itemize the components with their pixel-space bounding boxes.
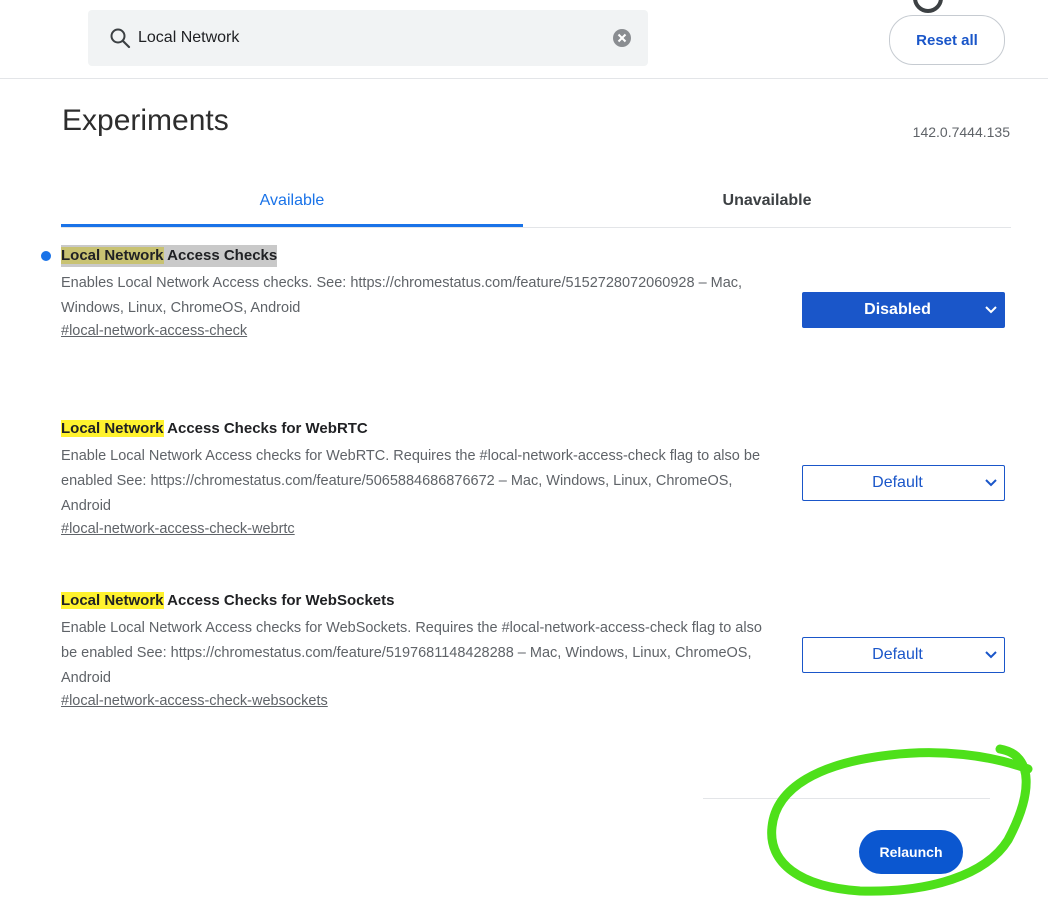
experiment-state-select[interactable]: Default (802, 465, 1005, 501)
tab-unavailable[interactable]: Unavailable (523, 176, 1011, 226)
experiment-name: Local Network Access Checks for WebRTC (61, 418, 368, 440)
search-input[interactable] (138, 23, 598, 53)
experiment-permalink[interactable]: #local-network-access-check-websockets (61, 693, 328, 709)
experiment-name: Local Network Access Checks (61, 245, 278, 267)
experiment-description: Enables Local Network Access checks. See… (61, 275, 743, 316)
experiment-name-rest: Access Checks for WebRTC (163, 420, 368, 437)
tab-divider (61, 227, 1011, 228)
search-match-highlight: Local Network (61, 592, 164, 609)
chevron-down-icon (978, 637, 1004, 673)
modified-indicator-dot (41, 251, 51, 261)
search-icon (110, 28, 131, 49)
experiment-name-rest: Access Checks (163, 247, 278, 264)
experiment-name: Local Network Access Checks for WebSocke… (61, 590, 394, 612)
tab-available[interactable]: Available (61, 176, 523, 226)
experiment-state-select[interactable]: Default (802, 637, 1005, 673)
experiment-state-select[interactable]: Disabled (802, 292, 1005, 328)
experiment-name-rest: Access Checks for WebSockets (163, 592, 395, 609)
version-label: 142.0.7444.135 (912, 124, 1010, 140)
search-box[interactable] (88, 10, 648, 66)
select-value: Default (872, 474, 923, 491)
select-value: Default (872, 646, 923, 663)
chevron-down-icon (978, 465, 1004, 501)
experiment-description: Enable Local Network Access checks for W… (61, 620, 762, 686)
chevron-down-icon (978, 292, 1004, 328)
loading-spinner-icon (913, 0, 943, 13)
experiment-permalink[interactable]: #local-network-access-check-webrtc (61, 521, 295, 537)
experiment-description: Enable Local Network Access checks for W… (61, 448, 761, 514)
page-title: Experiments (62, 104, 229, 137)
select-value: Disabled (864, 301, 931, 318)
relaunch-button[interactable]: Relaunch (859, 830, 963, 874)
search-match-highlight: Local Network (61, 247, 164, 264)
footer-divider (703, 798, 990, 799)
clear-search-icon[interactable] (612, 28, 632, 48)
search-match-highlight: Local Network (61, 420, 164, 437)
experiment-permalink[interactable]: #local-network-access-check (61, 323, 247, 339)
top-toolbar: Reset all (0, 0, 1048, 79)
reset-all-button[interactable]: Reset all (889, 15, 1005, 65)
